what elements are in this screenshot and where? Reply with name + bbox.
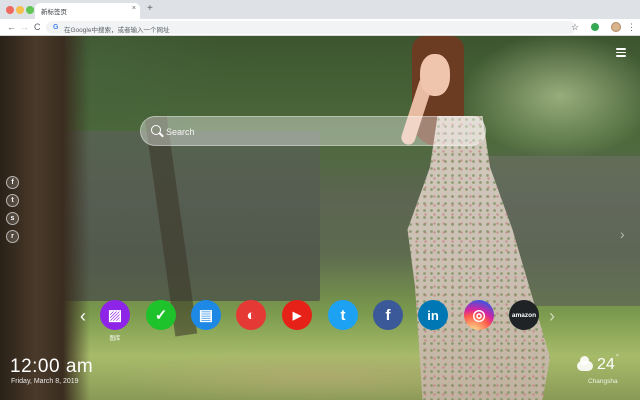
checkmark-icon: ✓ [154,307,168,324]
google-icon: G [53,24,59,31]
close-window-button[interactable] [6,6,14,14]
weather-temperature: 24 [597,356,615,373]
model-dress-pattern [407,116,550,400]
reddit-icon[interactable]: r [6,230,19,243]
maximize-window-button[interactable] [26,6,34,14]
wallpaper-model [390,36,560,400]
twitter-bird-icon: t [340,306,346,324]
shortcut-tasks[interactable]: ✓ [146,300,176,330]
twitter-icon[interactable]: t [6,194,19,207]
back-button[interactable]: ← [7,21,16,33]
browser-toolbar: ← → C G 在Google中搜索，或者输入一个网址 ☆ ⋮ [0,19,640,36]
news-icon: ▤ [198,307,214,324]
background-building [60,131,320,301]
search-icon [151,125,161,135]
shortcut-gallery[interactable]: ▨ [100,300,130,330]
linkedin-icon: in [427,307,439,323]
model-face [420,54,450,96]
tab-title: 新标签页 [41,9,67,16]
new-tab-button[interactable]: + [147,3,153,15]
snapchat-icon[interactable]: s [6,212,19,225]
minimize-window-button[interactable] [16,6,24,14]
tab-strip: 新标签页 × + [0,0,640,19]
gallery-icon: ▨ [107,307,123,324]
address-bar[interactable]: G 在Google中搜索，或者输入一个网址 [46,21,576,34]
shortcut-game[interactable]: ◐ [236,300,266,330]
game-icon: ◐ [246,306,256,324]
next-wallpaper-icon[interactable]: › [620,226,625,242]
clock-date: Friday, March 8, 2019 [11,378,79,385]
bookmark-star-icon[interactable]: ☆ [571,21,579,33]
reload-button[interactable]: C [34,21,41,33]
shortcut-youtube[interactable]: ▶ [282,300,312,330]
instagram-icon: ◎ [472,307,486,324]
search-bar[interactable] [140,116,486,146]
new-tab-page: f t s r › ‹ ▨ 图库 ✓ ▤ ◐ ▶ t f in ◎ amazon… [0,36,640,400]
amazon-icon: amazon [511,311,537,319]
forward-button[interactable]: → [20,21,29,33]
hamburger-menu-icon[interactable] [616,48,626,57]
youtube-icon: ▶ [292,309,302,322]
cloud-icon [577,356,593,371]
shortcut-linkedin[interactable]: in [418,300,448,330]
shortcut-instagram[interactable]: ◎ [464,300,494,330]
shortcuts-prev-button[interactable]: ‹ [80,306,86,326]
profile-avatar-icon[interactable] [611,22,621,32]
shortcut-amazon[interactable]: amazon [509,300,539,330]
tab-close-icon[interactable]: × [132,5,136,12]
address-bar-placeholder: 在Google中搜索，或者输入一个网址 [64,26,170,34]
weather-degree: ° [616,354,619,361]
facebook-logo-icon: f [385,306,391,324]
weather-city: Changsha [588,378,618,385]
facebook-icon[interactable]: f [6,176,19,189]
shortcut-news[interactable]: ▤ [191,300,221,330]
shortcut-facebook[interactable]: f [373,300,403,330]
shortcut-twitter[interactable]: t [328,300,358,330]
search-input[interactable] [166,124,466,140]
extension-icon[interactable] [591,23,599,31]
shortcut-gallery-label: 图库 [109,336,121,342]
shortcuts-next-button[interactable]: › [549,306,555,326]
tab-new-tab[interactable]: 新标签页 × [35,3,140,19]
clock-time: 12:00 am [10,356,94,377]
browser-menu-icon[interactable]: ⋮ [627,21,636,33]
